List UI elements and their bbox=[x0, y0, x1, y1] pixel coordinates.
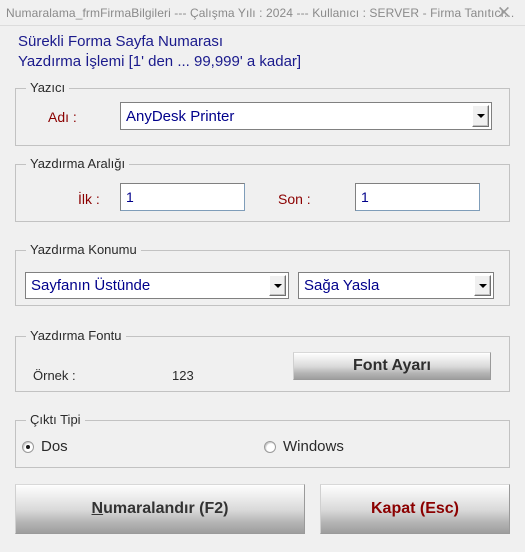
output-type-windows-label: Windows bbox=[283, 438, 344, 455]
output-type-dos-label: Dos bbox=[41, 438, 68, 455]
output-type-group: Çıktı Tipi bbox=[15, 412, 510, 468]
position-vertical-combo[interactable]: Sayfanın Üstünde bbox=[25, 272, 289, 299]
page-title: Sürekli Forma Sayfa Numarası Yazdırma İş… bbox=[18, 32, 301, 72]
output-type-radio-dos[interactable]: Dos bbox=[22, 438, 68, 455]
printer-name-combo[interactable]: AnyDesk Printer bbox=[120, 102, 492, 130]
font-sample-label: Örnek : bbox=[33, 368, 76, 383]
font-settings-button-label: Font Ayarı bbox=[353, 357, 431, 374]
radio-unselected-icon[interactable] bbox=[264, 440, 276, 453]
numaralandir-accel: N bbox=[91, 500, 104, 517]
output-type-group-legend: Çıktı Tipi bbox=[26, 412, 85, 427]
window-titlebar: Numaralama_frmFirmaBilgileri --- Çalışma… bbox=[0, 0, 525, 26]
position-vertical-value: Sayfanın Üstünde bbox=[31, 277, 151, 294]
page-title-line2: Yazdırma İşlemi [1' den ... 99,999' a ka… bbox=[18, 53, 302, 70]
output-type-radio-windows[interactable]: Windows bbox=[264, 438, 344, 455]
font-sample-value: 123 bbox=[172, 368, 194, 383]
range-last-label: Son : bbox=[278, 191, 311, 207]
font-settings-button[interactable]: Font Ayarı bbox=[293, 352, 491, 380]
range-last-input[interactable]: 1 bbox=[355, 183, 480, 211]
range-first-label: İlk : bbox=[78, 191, 100, 207]
page-title-line1: Sürekli Forma Sayfa Numarası bbox=[18, 33, 224, 50]
position-horizontal-combo[interactable]: Sağa Yasla bbox=[298, 272, 494, 299]
kapat-button[interactable]: Kapat (Esc) bbox=[320, 484, 510, 534]
numaralandir-button-label: Numaralandır (F2) bbox=[92, 500, 229, 518]
position-horizontal-value: Sağa Yasla bbox=[304, 277, 380, 294]
window-title: Numaralama_frmFirmaBilgileri --- Çalışma… bbox=[6, 5, 515, 20]
print-position-group-legend: Yazdırma Konumu bbox=[26, 242, 141, 257]
print-font-group-legend: Yazdırma Fontu bbox=[26, 328, 126, 343]
printer-group-legend: Yazıcı bbox=[26, 80, 70, 95]
numaralandir-button[interactable]: Numaralandır (F2) bbox=[15, 484, 305, 534]
printer-name-label: Adı : bbox=[48, 109, 77, 125]
radio-selected-icon[interactable] bbox=[22, 440, 34, 453]
numaralandir-rest: umaralandır (F2) bbox=[103, 500, 229, 517]
chevron-down-icon[interactable] bbox=[474, 275, 491, 296]
chevron-down-icon[interactable] bbox=[472, 105, 489, 127]
print-range-group-legend: Yazdırma Aralığı bbox=[26, 156, 130, 171]
range-first-input[interactable]: 1 bbox=[120, 183, 245, 211]
close-icon[interactable]: ✕ bbox=[487, 0, 521, 26]
printer-name-value: AnyDesk Printer bbox=[126, 107, 235, 125]
kapat-button-label: Kapat (Esc) bbox=[370, 500, 460, 517]
chevron-down-icon[interactable] bbox=[269, 275, 286, 296]
